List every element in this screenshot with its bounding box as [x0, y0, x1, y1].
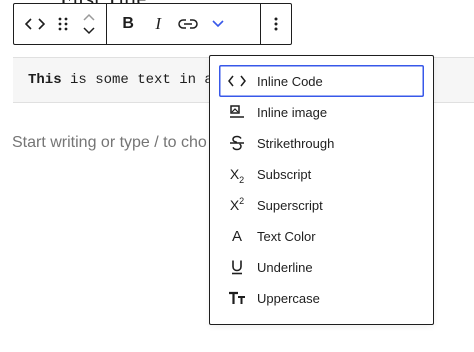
- options-group: [261, 4, 291, 44]
- chevron-up-icon: [83, 13, 95, 21]
- block-toolbar: B I: [13, 3, 292, 45]
- menu-item-inline-code[interactable]: Inline Code: [219, 65, 424, 97]
- code-plain-text: is some text in a: [61, 72, 213, 88]
- strikethrough-icon: [228, 134, 246, 152]
- menu-item-label: Inline Code: [257, 73, 323, 89]
- move-up-button[interactable]: [83, 10, 95, 24]
- more-rich-text-button[interactable]: [203, 4, 233, 44]
- move-block-buttons: [76, 4, 102, 44]
- menu-item-label: Superscript: [257, 197, 323, 213]
- menu-item-inline-image[interactable]: Inline image: [219, 96, 424, 128]
- block-controls-group: [14, 4, 106, 44]
- drag-handle-button[interactable]: [50, 4, 76, 44]
- link-icon: [178, 18, 198, 30]
- menu-item-text-color[interactable]: A Text Color: [219, 220, 424, 252]
- link-button[interactable]: [173, 4, 203, 44]
- drag-handle-icon: [58, 17, 68, 31]
- menu-item-subscript[interactable]: X2 Subscript: [219, 158, 424, 190]
- bold-button[interactable]: B: [113, 4, 143, 44]
- italic-button[interactable]: I: [143, 4, 173, 44]
- uppercase-icon: [228, 289, 246, 307]
- menu-item-underline[interactable]: Underline: [219, 251, 424, 283]
- move-down-button[interactable]: [83, 24, 95, 38]
- block-type-button[interactable]: [20, 4, 50, 44]
- chevron-down-icon: [83, 27, 95, 35]
- code-icon: [25, 17, 45, 31]
- menu-item-label: Text Color: [257, 228, 316, 244]
- italic-icon: I: [155, 14, 161, 33]
- editor-canvas: First Title: [0, 0, 474, 352]
- menu-item-uppercase[interactable]: Uppercase: [219, 282, 424, 314]
- menu-item-label: Uppercase: [257, 290, 320, 306]
- format-controls-group: B I: [107, 4, 260, 44]
- underline-icon: [228, 258, 246, 276]
- inline-image-icon: [228, 103, 246, 121]
- menu-item-label: Subscript: [257, 166, 312, 182]
- text-color-icon: A: [231, 227, 242, 245]
- menu-item-superscript[interactable]: X2 Superscript: [219, 189, 424, 221]
- rich-text-dropdown-menu: Inline Code Inline image Strikethrough X…: [209, 55, 434, 325]
- chevron-down-icon: [212, 20, 224, 28]
- superscript-icon: X2: [229, 196, 245, 213]
- code-bold-text: This: [28, 72, 62, 88]
- more-vertical-icon: [274, 17, 278, 31]
- options-button[interactable]: [261, 4, 291, 44]
- bold-icon: B: [122, 15, 134, 32]
- code-content[interactable]: This is some text in a: [28, 72, 213, 88]
- menu-item-strikethrough[interactable]: Strikethrough: [219, 127, 424, 159]
- menu-item-label: Underline: [257, 259, 313, 275]
- menu-item-label: Inline image: [257, 104, 328, 120]
- menu-item-label: Strikethrough: [257, 135, 335, 151]
- code-icon: [228, 72, 246, 90]
- subscript-icon: X2: [229, 166, 245, 185]
- paragraph-placeholder[interactable]: Start writing or type / to cho: [12, 134, 207, 152]
